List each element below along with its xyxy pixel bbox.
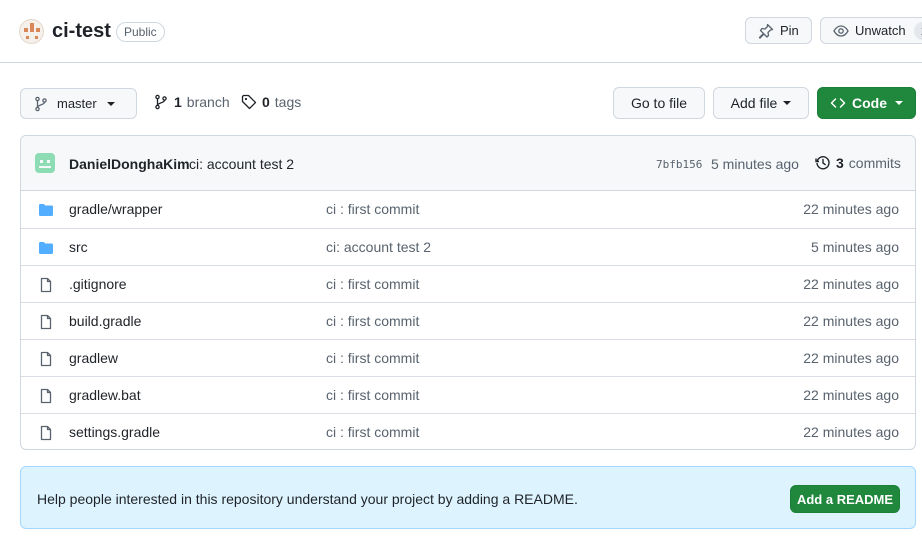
file-commit-message-link[interactable]: ci : first commit xyxy=(326,313,419,329)
file-age: 22 minutes ago xyxy=(803,350,899,366)
git-branch-icon xyxy=(35,96,47,111)
code-button[interactable]: Code xyxy=(817,87,916,119)
file-age: 5 minutes ago xyxy=(811,239,899,255)
file-row[interactable]: settings.gradle ci : first commit 22 minut… xyxy=(21,413,915,449)
readme-prompt: Help people interested in this repositor… xyxy=(20,466,916,529)
repo-header: ci-test Public Pin Unwatch 1 xyxy=(0,0,922,63)
file-icon xyxy=(38,277,54,293)
file-name-link[interactable]: gradlew xyxy=(69,350,118,366)
file-age: 22 minutes ago xyxy=(803,313,899,329)
go-to-file-button[interactable]: Go to file xyxy=(613,87,705,119)
chevron-down-icon xyxy=(895,101,903,105)
git-branch-icon xyxy=(155,94,167,110)
file-name-link[interactable]: src xyxy=(69,239,88,255)
file-list: DanielDonghaKim ci: account test 2 7bfb1… xyxy=(20,135,916,450)
file-name-link[interactable]: .gitignore xyxy=(69,276,127,292)
file-commit-message-link[interactable]: ci : first commit xyxy=(326,276,419,292)
repo-owner-avatar[interactable] xyxy=(19,19,44,44)
file-age: 22 minutes ago xyxy=(803,201,899,217)
tags-link[interactable]: 0 tags xyxy=(241,94,301,110)
visibility-badge: Public xyxy=(116,22,165,42)
add-readme-button[interactable]: Add a README xyxy=(790,485,900,513)
file-age: 22 minutes ago xyxy=(803,276,899,292)
add-file-label: Add file xyxy=(730,95,778,111)
pin-label: Pin xyxy=(780,23,799,38)
tag-word: tags xyxy=(274,94,302,110)
eye-icon xyxy=(833,24,849,37)
unwatch-button[interactable]: Unwatch 1 xyxy=(820,17,922,44)
file-name-link[interactable]: settings.gradle xyxy=(69,424,160,440)
file-commit-message-link[interactable]: ci : first commit xyxy=(326,424,419,440)
file-icon xyxy=(38,351,54,367)
avatar[interactable] xyxy=(35,153,55,173)
readme-prompt-text: Help people interested in this repositor… xyxy=(37,491,578,507)
file-row[interactable]: build.gradle ci : first commit 22 minutes … xyxy=(21,302,915,339)
pin-icon xyxy=(758,23,774,39)
code-icon xyxy=(830,98,846,108)
file-name-link[interactable]: build.gradle xyxy=(69,313,141,329)
file-name-link[interactable]: gradlew.bat xyxy=(69,387,141,403)
commit-word: commits xyxy=(848,155,901,171)
branch-word: branch xyxy=(186,94,230,110)
file-icon xyxy=(38,314,54,330)
file-row[interactable]: .gitignore ci : first commit 22 minutes ag… xyxy=(21,265,915,302)
chevron-down-icon xyxy=(106,101,115,106)
history-icon xyxy=(815,156,830,170)
commit-count: 3 xyxy=(836,155,844,171)
file-commit-message-link[interactable]: ci : first commit xyxy=(326,350,419,366)
file-row[interactable]: gradle/wrapper ci : first commit 22 minute… xyxy=(21,191,915,228)
commits-history-link[interactable]: 3 commits xyxy=(815,155,901,171)
file-age: 22 minutes ago xyxy=(803,387,899,403)
file-age: 22 minutes ago xyxy=(803,424,899,440)
file-row[interactable]: gradlew.bat ci : first commit 22 minutes a… xyxy=(21,376,915,413)
tag-icon xyxy=(241,94,257,110)
file-commit-message-link[interactable]: ci: account test 2 xyxy=(326,239,431,255)
repo-name-link[interactable]: ci-test xyxy=(52,20,111,43)
unwatch-label: Unwatch xyxy=(855,23,906,38)
add-file-button[interactable]: Add file xyxy=(713,87,809,119)
file-name-link[interactable]: gradle/wrapper xyxy=(69,201,162,217)
branch-select-button[interactable]: master xyxy=(20,88,137,119)
folder-icon xyxy=(38,202,54,218)
file-row[interactable]: gradlew ci : first commit 22 minutes ago xyxy=(21,339,915,376)
commit-author-link[interactable]: DanielDonghaKim xyxy=(69,156,190,172)
file-icon xyxy=(38,425,54,441)
folder-icon xyxy=(38,240,54,256)
commit-sha-link[interactable]: 7bfb156 xyxy=(656,158,702,171)
file-commit-message-link[interactable]: ci : first commit xyxy=(326,387,419,403)
pin-button[interactable]: Pin xyxy=(745,17,812,44)
file-row[interactable]: src ci: account test 2 5 minutes ago xyxy=(21,228,915,265)
branch-count: 1 xyxy=(174,94,182,110)
branches-link[interactable]: 1 branch xyxy=(153,94,230,110)
branch-name: master xyxy=(57,96,97,111)
latest-commit-bar: DanielDonghaKim ci: account test 2 7bfb1… xyxy=(21,136,915,191)
commit-time: 5 minutes ago xyxy=(711,156,799,172)
code-label: Code xyxy=(852,95,887,111)
watch-count: 1 xyxy=(913,21,922,40)
file-icon xyxy=(38,388,54,404)
tag-count: 0 xyxy=(262,94,270,110)
chevron-down-icon xyxy=(783,101,792,105)
file-commit-message-link[interactable]: ci : first commit xyxy=(326,201,419,217)
commit-message-link[interactable]: ci: account test 2 xyxy=(189,156,294,172)
